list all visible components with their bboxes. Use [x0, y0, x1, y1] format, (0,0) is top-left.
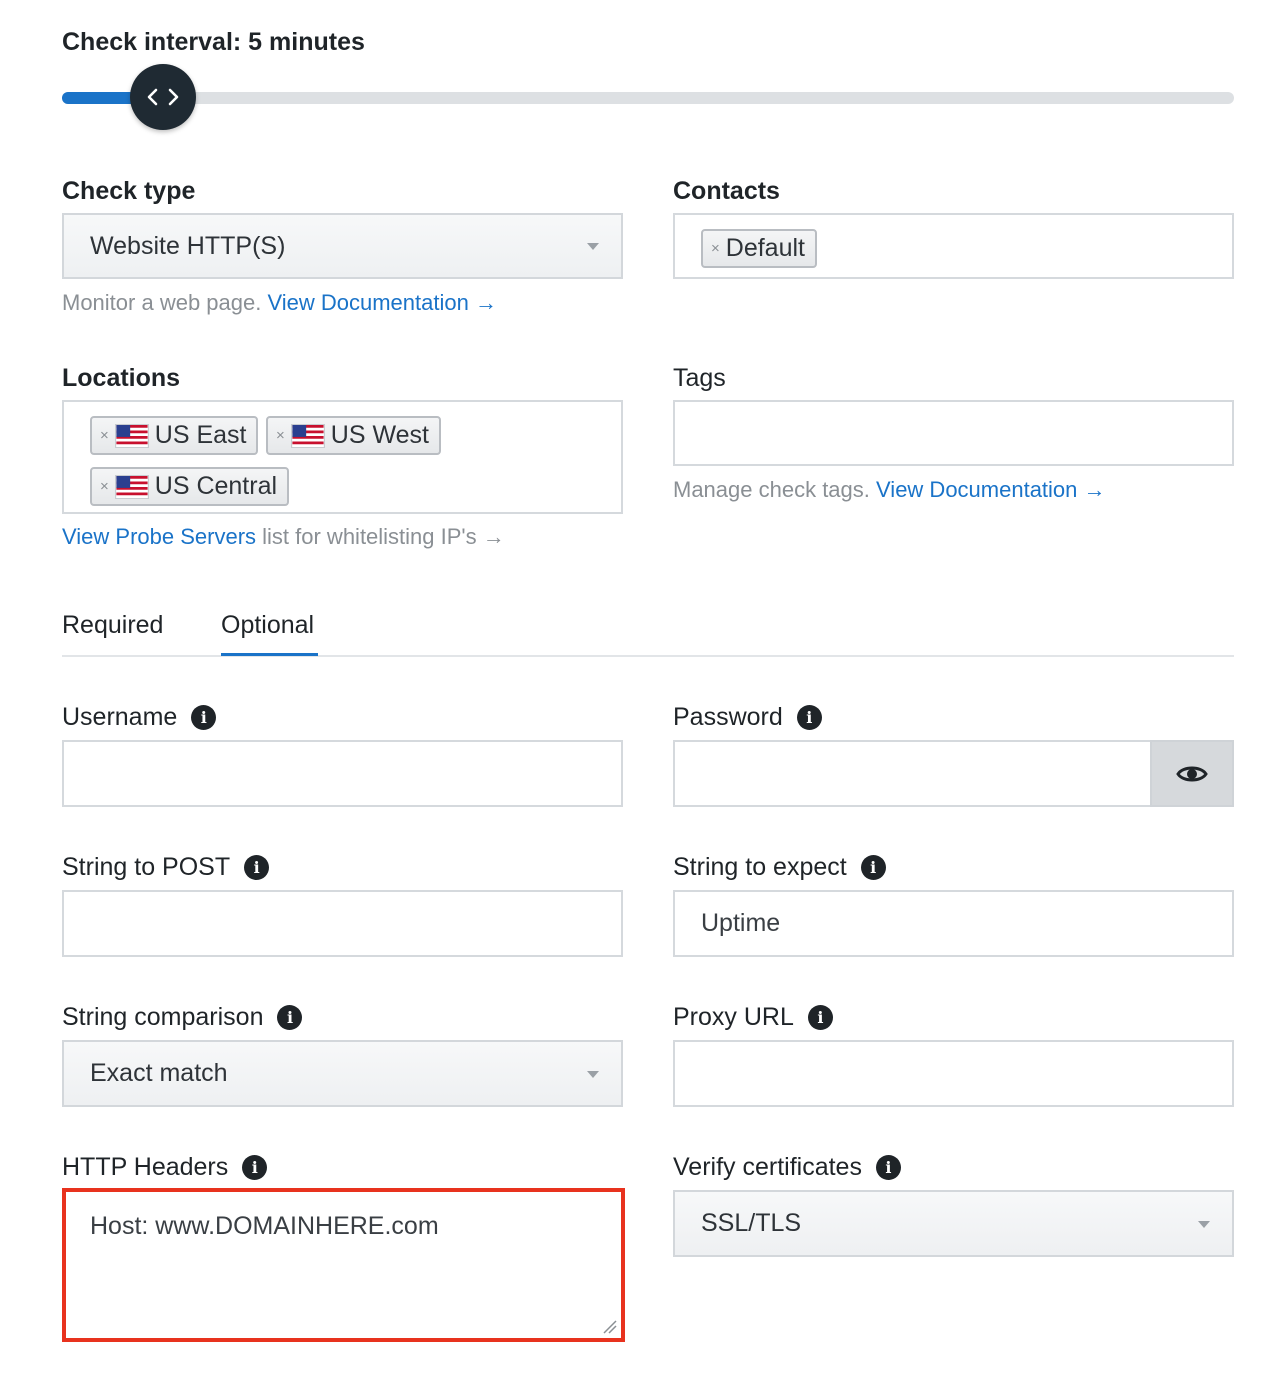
show-password-button[interactable] — [1150, 740, 1234, 807]
resize-handle-icon[interactable] — [603, 1320, 617, 1334]
username-label: Username i — [62, 703, 217, 732]
string-comparison-select[interactable]: Exact match — [62, 1040, 623, 1107]
info-icon[interactable]: i — [277, 1005, 303, 1030]
string-comparison-label: String comparison i — [62, 1003, 303, 1032]
locations-help-text: list for whitelisting IP's — [262, 524, 477, 549]
info-icon[interactable]: i — [191, 705, 217, 730]
verify-certificates-label: Verify certificates i — [673, 1153, 901, 1182]
tab-active-indicator — [221, 653, 318, 656]
password-label-text: Password — [673, 703, 783, 731]
string-to-post-label: String to POST i — [62, 853, 270, 882]
contacts-input[interactable]: × Default — [673, 213, 1234, 279]
us-flag-icon — [114, 423, 149, 448]
password-label: Password i — [673, 703, 822, 732]
info-icon[interactable]: i — [875, 1155, 901, 1180]
string-comparison-value: Exact match — [90, 1059, 228, 1087]
location-tag-label: US East — [154, 421, 247, 449]
location-tag-label: US Central — [154, 472, 278, 500]
check-interval-label: Check interval: 5 minutes — [62, 28, 365, 56]
chevron-down-icon — [587, 243, 599, 250]
remove-tag-icon[interactable]: × — [711, 240, 720, 257]
string-to-expect-value: Uptime — [701, 909, 781, 937]
contact-tag-label: Default — [725, 234, 805, 262]
info-icon[interactable]: i — [796, 705, 822, 730]
tab-optional[interactable]: Optional — [221, 611, 314, 640]
chevron-down-icon — [1198, 1220, 1210, 1228]
locations-label: Locations — [62, 364, 181, 392]
location-tag-us-west: × US West — [266, 416, 441, 455]
us-flag-icon — [290, 423, 325, 448]
tags-label: Tags — [673, 364, 726, 393]
location-tag-us-east: × US East — [90, 416, 259, 455]
contact-tag-default: × Default — [701, 229, 817, 268]
http-headers-label-text: HTTP Headers — [62, 1153, 229, 1181]
string-comparison-label-text: String comparison — [62, 1003, 264, 1031]
remove-tag-icon[interactable]: × — [100, 478, 109, 495]
arrow-right-icon: → — [1083, 477, 1106, 502]
proxy-url-label-text: Proxy URL — [673, 1003, 794, 1031]
tab-required[interactable]: Required — [62, 611, 163, 640]
check-type-help: Monitor a web page. View Documentation → — [62, 290, 497, 316]
check-type-label: Check type — [62, 177, 196, 205]
interval-slider-track[interactable] — [62, 92, 1234, 104]
tags-input[interactable] — [673, 400, 1234, 466]
http-headers-value: Host: www.DOMAINHERE.com — [90, 1212, 439, 1240]
string-to-expect-label-text: String to expect — [673, 853, 847, 881]
info-icon[interactable]: i — [244, 855, 270, 880]
string-to-expect-label: String to expect i — [673, 853, 886, 882]
info-icon[interactable]: i — [860, 855, 886, 880]
chevron-down-icon — [587, 1070, 599, 1078]
contacts-label: Contacts — [673, 177, 780, 205]
info-icon[interactable]: i — [242, 1155, 268, 1180]
remove-tag-icon[interactable]: × — [100, 427, 109, 444]
username-input[interactable] — [62, 740, 623, 807]
string-to-expect-input[interactable]: Uptime — [673, 890, 1234, 957]
check-type-select[interactable]: Website HTTP(S) — [62, 213, 623, 279]
check-type-value: Website HTTP(S) — [90, 231, 286, 260]
info-icon[interactable]: i — [807, 1005, 833, 1030]
location-tag-us-central: × US Central — [90, 467, 290, 506]
check-type-doc-link[interactable]: View Documentation — [267, 290, 468, 315]
check-type-help-text: Monitor a web page. — [62, 290, 262, 315]
http-headers-textarea[interactable]: Host: www.DOMAINHERE.com — [62, 1188, 625, 1342]
locations-help: View Probe Servers list for whitelisting… — [62, 524, 505, 550]
interval-slider-thumb[interactable] — [130, 64, 196, 130]
username-label-text: Username — [62, 703, 178, 731]
view-probe-servers-link[interactable]: View Probe Servers — [62, 524, 256, 549]
arrow-right-icon: → — [474, 290, 497, 315]
remove-tag-icon[interactable]: × — [276, 427, 285, 444]
password-input[interactable] — [673, 740, 1151, 807]
verify-certificates-value: SSL/TLS — [701, 1209, 802, 1237]
proxy-url-input[interactable] — [673, 1040, 1234, 1107]
location-tag-label: US West — [330, 421, 429, 449]
tags-help: Manage check tags. View Documentation → — [673, 477, 1106, 503]
verify-certificates-select[interactable]: SSL/TLS — [673, 1190, 1234, 1257]
us-flag-icon — [114, 474, 149, 499]
tags-help-text: Manage check tags. — [673, 477, 870, 502]
arrow-right-icon: → — [482, 524, 505, 549]
string-to-post-label-text: String to POST — [62, 853, 231, 881]
eye-icon — [1176, 766, 1208, 781]
code-arrows-icon — [147, 88, 179, 106]
string-to-post-input[interactable] — [62, 890, 623, 957]
locations-input[interactable]: × US East × US West × US Central — [62, 400, 623, 514]
http-headers-label: HTTP Headers i — [62, 1153, 268, 1182]
proxy-url-label: Proxy URL i — [673, 1003, 833, 1032]
tags-label-text: Tags — [673, 364, 726, 392]
tags-doc-link[interactable]: View Documentation — [876, 477, 1077, 502]
verify-certificates-label-text: Verify certificates — [673, 1153, 862, 1181]
